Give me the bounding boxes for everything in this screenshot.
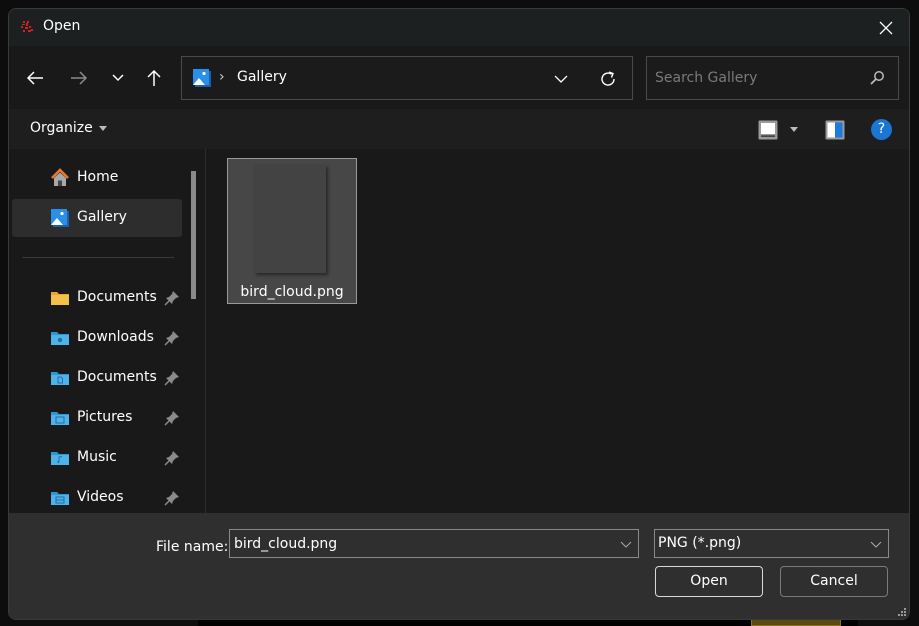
dialog-footer: File name: PNG (*.png) Open Cancel — [9, 513, 909, 619]
organize-label: Organize — [30, 120, 93, 136]
sidebar-item-label: Documents — [77, 289, 157, 305]
sidebar-item-downloads[interactable]: Downloads — [12, 319, 182, 357]
sidebar-item-pictures[interactable]: Pictures — [12, 399, 182, 437]
resize-grip-icon[interactable] — [897, 607, 907, 617]
sidebar-item-label: Documents — [77, 369, 157, 385]
file-name-label: File name: — [156, 539, 229, 555]
search-box[interactable] — [646, 56, 899, 100]
file-list: bird_cloud.png — [206, 149, 909, 513]
breadcrumb-separator: › — [219, 69, 225, 85]
pin-icon[interactable] — [164, 290, 180, 306]
documents-folder-icon — [51, 372, 69, 385]
sidebar-item-label: Pictures — [77, 409, 133, 425]
file-thumbnail — [254, 165, 326, 273]
arrow-right-icon — [71, 71, 88, 85]
file-item[interactable]: bird_cloud.png — [227, 158, 357, 304]
sidebar-item-videos[interactable]: Videos — [12, 479, 182, 517]
sidebar-item-label: Videos — [77, 489, 124, 505]
chevron-down-icon — [112, 74, 124, 82]
back-button[interactable] — [21, 64, 49, 92]
navigation-bar: › Gallery — [9, 46, 909, 109]
sidebar-item-label: Music — [77, 449, 117, 465]
arrow-up-icon — [147, 69, 161, 86]
downloads-folder-icon — [51, 332, 69, 345]
navigation-pane: Home Gallery Documents Downloads Documen… — [9, 149, 205, 513]
view-options-caret-icon[interactable] — [790, 127, 798, 132]
folder-icon — [51, 292, 69, 305]
search-input[interactable] — [655, 67, 855, 89]
file-name: bird_cloud.png — [240, 284, 344, 300]
sidebar-item-documents-2[interactable]: Documents — [12, 359, 182, 397]
sidebar-item-home[interactable]: Home — [12, 159, 182, 197]
chevron-down-icon[interactable] — [552, 70, 570, 88]
forward-button[interactable] — [65, 64, 93, 92]
arrow-left-icon — [26, 71, 43, 85]
sidebar-item-label: Gallery — [77, 209, 127, 225]
sidebar-item-gallery[interactable]: Gallery — [12, 199, 182, 237]
window-title: Open — [43, 18, 81, 34]
file-name-input[interactable] — [234, 534, 604, 554]
preview-pane-icon[interactable] — [825, 120, 845, 140]
file-type-select[interactable]: PNG (*.png) — [654, 529, 889, 558]
pin-icon[interactable] — [164, 490, 180, 506]
sidebar-item-label: Home — [77, 169, 119, 185]
up-button[interactable] — [140, 64, 168, 92]
view-mode-icon[interactable] — [758, 120, 778, 140]
recent-locations-button[interactable] — [104, 64, 132, 92]
close-button[interactable] — [863, 9, 909, 46]
chevron-down-icon — [870, 541, 882, 548]
refresh-icon[interactable] — [598, 69, 618, 89]
pin-icon[interactable] — [164, 450, 180, 466]
pin-icon[interactable] — [164, 410, 180, 426]
organize-menu-button[interactable]: Organize — [30, 120, 107, 136]
chevron-down-icon[interactable] — [620, 538, 632, 550]
sidebar-item-documents[interactable]: Documents — [12, 279, 182, 317]
file-type-value: PNG (*.png) — [658, 535, 742, 551]
home-icon — [51, 168, 69, 186]
sidebar-scrollbar-thumb[interactable] — [191, 171, 196, 299]
caret-down-icon — [98, 125, 107, 131]
sidebar-item-label: Downloads — [77, 329, 154, 345]
videos-folder-icon — [51, 492, 69, 505]
search-icon[interactable] — [868, 69, 886, 87]
open-button[interactable]: Open — [655, 566, 763, 597]
music-folder-icon — [51, 452, 69, 465]
app-icon — [21, 21, 33, 32]
file-name-combobox[interactable] — [229, 529, 639, 558]
gallery-icon — [51, 209, 69, 227]
address-bar[interactable]: › Gallery — [181, 56, 633, 100]
cancel-button[interactable]: Cancel — [780, 566, 888, 597]
pin-icon[interactable] — [164, 370, 180, 386]
sidebar-item-music[interactable]: Music — [12, 439, 182, 477]
title-bar: Open — [9, 9, 909, 46]
pictures-folder-icon — [51, 412, 69, 425]
command-bar: Organize ? — [9, 109, 909, 149]
sidebar-divider — [22, 257, 174, 258]
close-icon — [879, 21, 893, 34]
pin-icon[interactable] — [164, 330, 180, 346]
breadcrumb-gallery[interactable]: Gallery — [237, 69, 287, 85]
gallery-icon — [193, 69, 211, 87]
open-file-dialog: Open › Gallery Search Gallery Organize ?… — [8, 8, 910, 620]
help-button[interactable]: ? — [871, 119, 892, 140]
